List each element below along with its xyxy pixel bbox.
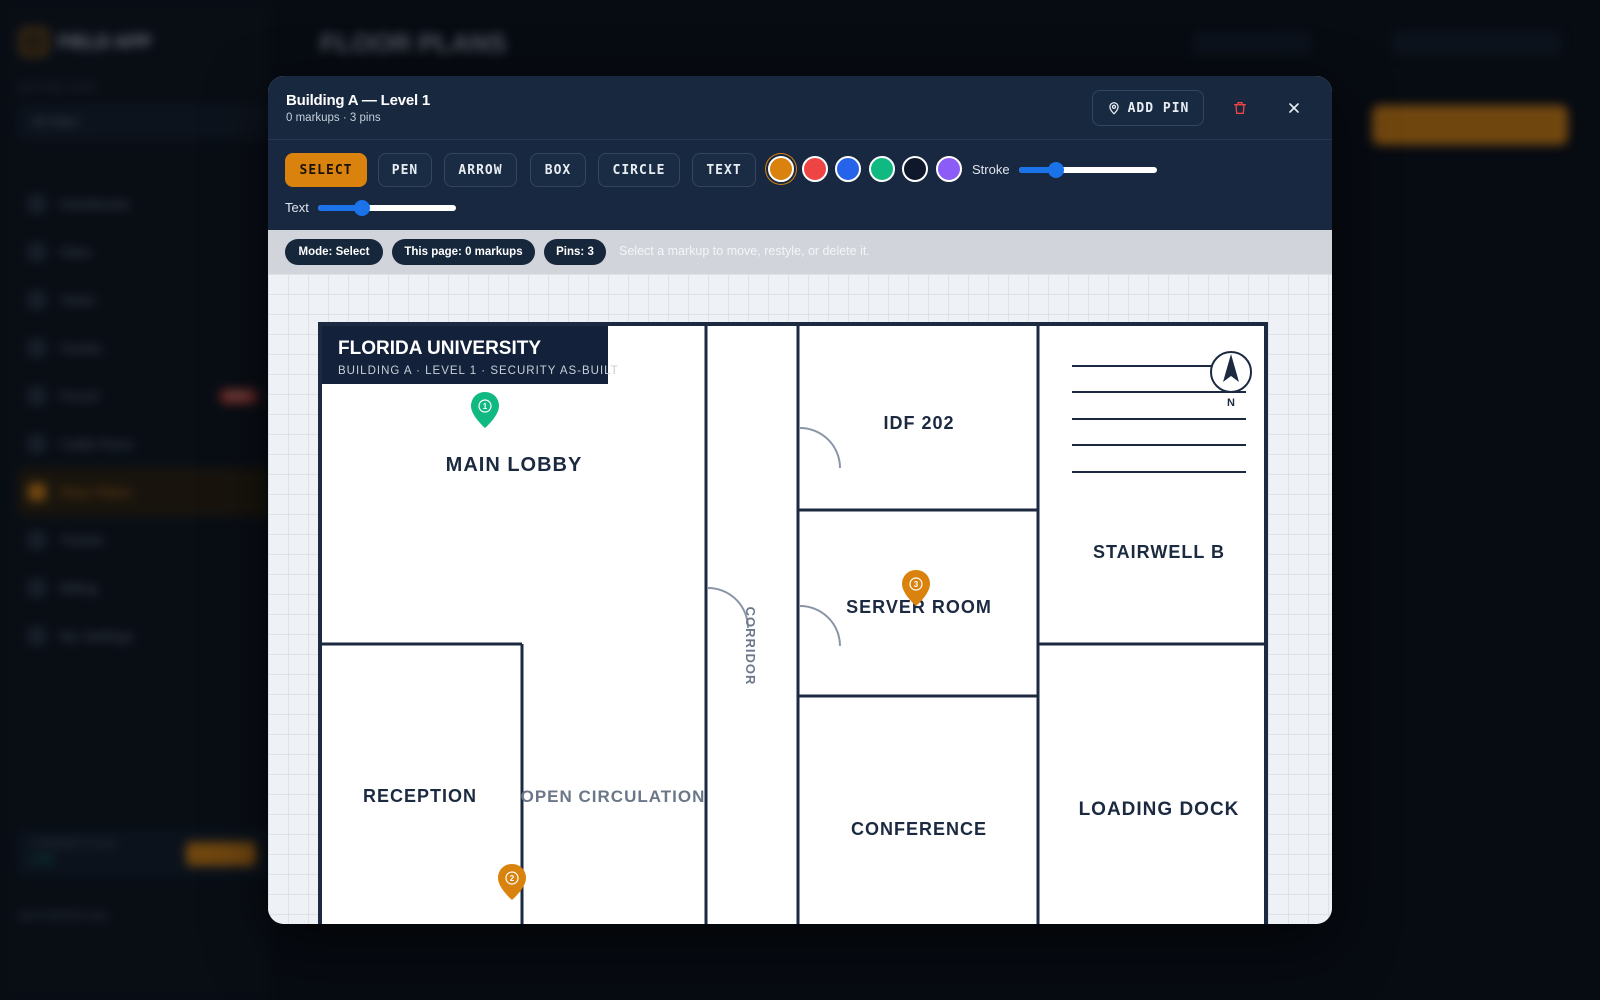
bg-nav-item-cable-runs[interactable]: Cable Runs (18, 420, 268, 468)
text-size-slider[interactable] (318, 200, 456, 216)
room-label-conference: CONFERENCE (851, 819, 987, 839)
punch-icon (28, 387, 46, 405)
room-label-open-circulation: OPEN CIRCULATION (521, 787, 706, 806)
room-label-idf: IDF 202 (883, 413, 954, 433)
tool-arrow-button[interactable]: ARROW (444, 153, 517, 187)
plan-sheet (318, 322, 1268, 924)
bg-status-chip (1192, 30, 1312, 56)
room-label-stairwell: STAIRWELL B (1093, 542, 1225, 562)
color-swatch-purple[interactable] (936, 156, 962, 182)
color-swatch-blue[interactable] (835, 156, 861, 182)
billing-icon (28, 579, 46, 597)
stroke-label: Stroke (972, 162, 1010, 177)
floor-plan-drawing: FLORIDA UNIVERSITY BUILDING A · LEVEL 1 … (318, 322, 1268, 924)
pin-3-number: 3 (914, 580, 919, 589)
room-label-corridor: CORRIDOR (743, 607, 758, 686)
status-hint: Select a markup to move, restyle, or del… (619, 244, 870, 258)
pins-pill: Pins: 3 (544, 239, 606, 265)
floor-plan-icon (28, 483, 46, 501)
bg-user-email: admin@field.app (18, 908, 109, 922)
add-pin-button[interactable]: ADD PIN (1092, 90, 1204, 126)
stroke-slider[interactable] (1019, 162, 1157, 178)
cable-icon (28, 435, 46, 453)
page-markups-pill: This page: 0 markups (392, 239, 535, 265)
settings-icon (28, 627, 46, 645)
bg-plan-card: CURRENT PLAN LITE (18, 830, 268, 876)
mode-pill: Mode: Select (285, 239, 383, 265)
status-bar: Mode: Select This page: 0 markups Pins: … (268, 230, 1332, 274)
room-label-main-lobby: MAIN LOBBY (446, 454, 583, 476)
bg-nav-item-punch[interactable]: Punch NEW (18, 372, 268, 420)
tasks-icon (28, 291, 46, 309)
pin-1-number: 1 (483, 402, 488, 411)
bg-user-chip (1392, 30, 1562, 56)
color-swatch-red[interactable] (802, 156, 828, 182)
plan-org-name: FLORIDA UNIVERSITY (338, 338, 541, 359)
trash-icon (1234, 102, 1246, 114)
close-button[interactable] (1282, 96, 1306, 120)
bg-upgrade-button[interactable] (186, 842, 256, 866)
bg-logo: FIELD APP (20, 28, 151, 56)
bg-section-label: ACTIVE SITE (18, 82, 97, 94)
modal-header: Building A — Level 1 0 markups · 3 pins … (268, 76, 1332, 140)
logo-icon (20, 28, 48, 56)
markup-toolbar: SELECT PEN ARROW BOX CIRCLE TEXT Stroke … (268, 140, 1332, 230)
pin-2-number: 2 (510, 874, 515, 883)
sites-icon (28, 243, 46, 261)
bg-nav-item-settings[interactable]: My Settings (18, 612, 268, 660)
punch-badge: NEW (218, 388, 258, 404)
bg-nav-item-floor-plans[interactable]: Floor Plans (18, 468, 268, 516)
room-label-reception: RECEPTION (363, 786, 477, 806)
tool-pen-button[interactable]: PEN (378, 153, 432, 187)
color-swatch-black[interactable] (902, 156, 928, 182)
text-size-slider-thumb[interactable] (354, 200, 371, 216)
bg-nav-item-tasks[interactable]: Tasks (18, 276, 268, 324)
add-pin-label: ADD PIN (1127, 100, 1190, 116)
assets-icon (28, 339, 46, 357)
text-size-label: Text (285, 200, 309, 215)
bg-sidebar: FIELD APP ACTIVE SITE All Sites Dashboar… (0, 0, 270, 1000)
bg-nav-item-sites[interactable]: Sites (18, 228, 268, 276)
tool-box-button[interactable]: BOX (530, 153, 586, 187)
floor-plan-modal: Building A — Level 1 0 markups · 3 pins … (268, 76, 1332, 924)
tool-text-button[interactable]: TEXT (692, 153, 756, 187)
color-swatch-green[interactable] (869, 156, 895, 182)
tool-select-button[interactable]: SELECT (285, 153, 367, 187)
bg-nav-item-billing[interactable]: Billing (18, 564, 268, 612)
bg-upload-button[interactable] (1372, 105, 1568, 145)
bg-app-name: FIELD APP (58, 31, 152, 52)
map-pin-icon (1108, 102, 1119, 115)
bg-page-title: FLOOR PLANS (320, 28, 507, 58)
stroke-slider-thumb[interactable] (1048, 162, 1065, 178)
floor-plan-canvas[interactable]: FLORIDA UNIVERSITY BUILDING A · LEVEL 1 … (268, 274, 1332, 924)
bg-nav: Dashboard Sites Tasks Assets Punch NEW Ca… (18, 180, 268, 660)
close-icon (1289, 103, 1299, 113)
north-label: N (1227, 397, 1235, 409)
tool-circle-button[interactable]: CIRCLE (598, 153, 680, 187)
delete-button[interactable] (1228, 96, 1252, 120)
tickets-icon (28, 531, 46, 549)
bg-nav-item-tickets[interactable]: Tickets (18, 516, 268, 564)
bg-nav-item-assets[interactable]: Assets (18, 324, 268, 372)
plan-sheet-title: BUILDING A · LEVEL 1 · SECURITY AS-BUILT (338, 365, 619, 377)
bg-site-select[interactable]: All Sites (18, 104, 268, 140)
color-swatch-orange[interactable] (768, 156, 794, 182)
bg-nav-item-dashboard[interactable]: Dashboard (18, 180, 268, 228)
dashboard-icon (28, 195, 46, 213)
room-label-loading-dock: LOADING DOCK (1079, 799, 1240, 820)
